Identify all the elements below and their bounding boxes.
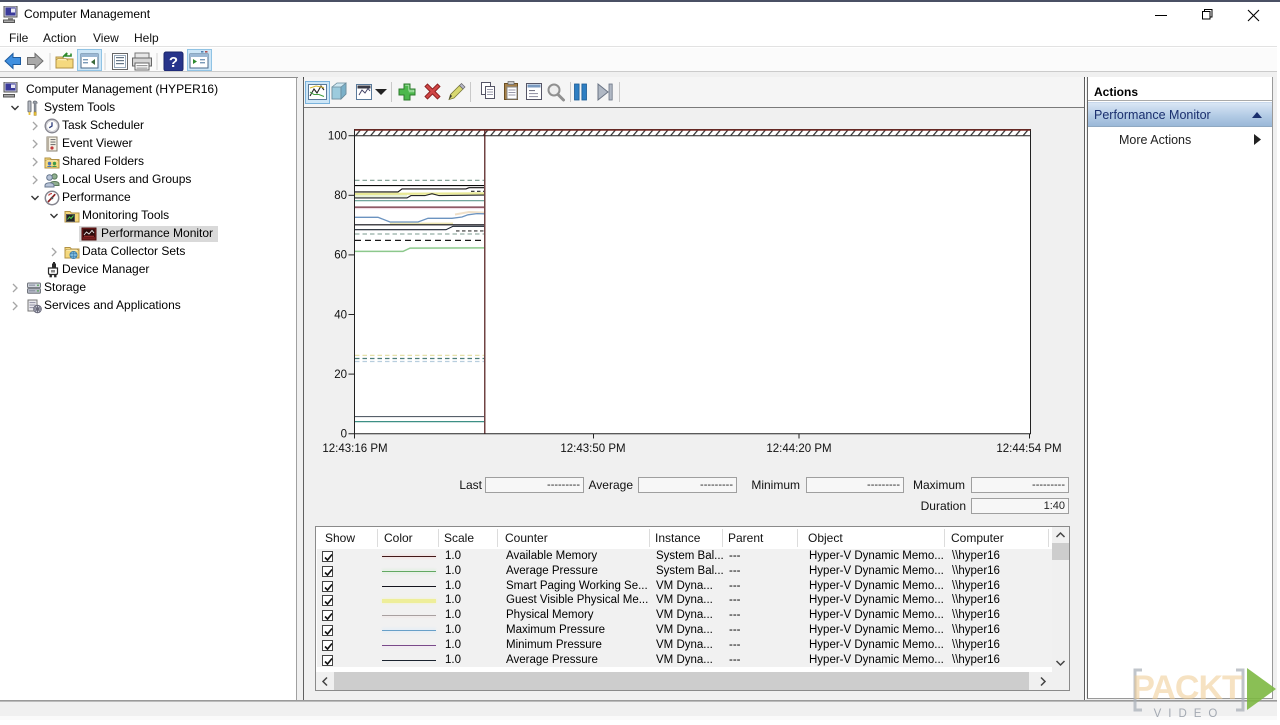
svg-text:60: 60 xyxy=(334,250,347,262)
svg-text:12:43:50 PM: 12:43:50 PM xyxy=(560,443,625,455)
svg-text:100: 100 xyxy=(328,131,347,143)
svg-text:20: 20 xyxy=(334,369,347,381)
svg-text:12:44:54 PM: 12:44:54 PM xyxy=(996,443,1061,455)
svg-text:PACKT: PACKT xyxy=(1132,669,1243,707)
svg-text:12:43:16 PM: 12:43:16 PM xyxy=(322,443,387,455)
svg-text:80: 80 xyxy=(334,190,347,202)
svg-text:0: 0 xyxy=(341,429,347,441)
svg-text:40: 40 xyxy=(334,309,347,321)
svg-text:12:44:20 PM: 12:44:20 PM xyxy=(766,443,831,455)
svg-text:VIDEO: VIDEO xyxy=(1154,708,1225,720)
svg-text:?: ? xyxy=(169,54,178,71)
